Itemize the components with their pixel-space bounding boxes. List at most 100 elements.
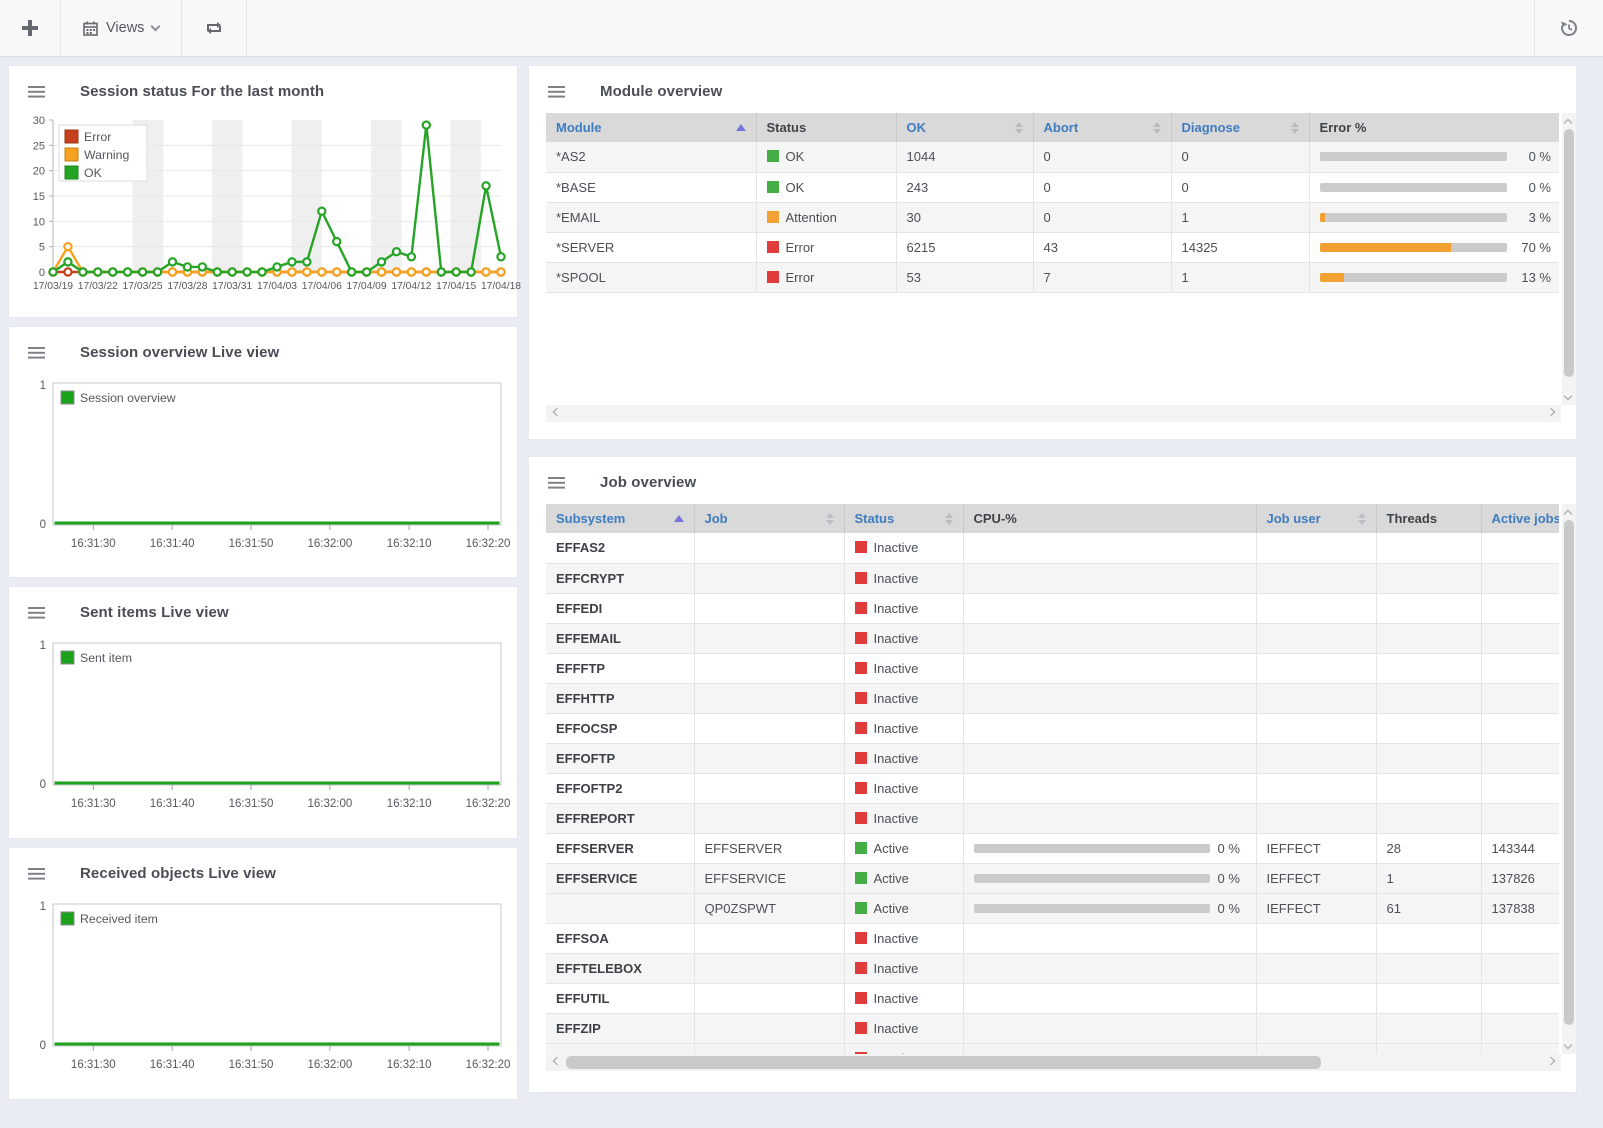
scroll-down-arrow[interactable] [1565,1042,1573,1050]
threads-cell [1376,653,1481,683]
column-header-diagnose[interactable]: Diagnose [1171,113,1309,142]
active-jobs-cell [1481,533,1559,563]
job-row-effzip[interactable]: EFFZIPInactive [546,1013,1559,1043]
column-header-status[interactable]: Status [844,504,963,533]
job-cell [694,713,844,743]
scroll-up-arrow[interactable] [1565,117,1573,125]
status-label: Inactive [874,661,919,676]
progress-bar-fill [1320,243,1451,252]
module-row-as2[interactable]: *AS2OK1044000 % [546,142,1559,172]
scrollbar-thumb[interactable] [1564,129,1574,377]
active-jobs-cell [1481,803,1559,833]
scrollbar-thumb[interactable] [566,1056,1321,1069]
svg-text:17/04/15: 17/04/15 [436,281,476,292]
module-horizontal-scrollbar[interactable] [546,405,1561,422]
column-label: Subsystem [556,511,625,526]
panel-menu-button[interactable] [548,477,565,489]
panel-menu-button[interactable] [548,86,565,98]
job-user-cell [1256,953,1376,983]
job-vertical-scrollbar[interactable] [1562,504,1576,1054]
progress-label: 0 % [1210,841,1246,856]
svg-text:16:31:50: 16:31:50 [229,1059,274,1071]
job-row-effedi[interactable]: EFFEDIInactive [546,593,1559,623]
threads-cell [1376,1013,1481,1043]
panel-menu-button[interactable] [28,347,45,359]
scrollbar-thumb[interactable] [1564,520,1574,1025]
column-header-ok[interactable]: OK [896,113,1033,142]
job-row-effcrypt[interactable]: EFFCRYPTInactive [546,563,1559,593]
scroll-down-arrow[interactable] [1565,393,1573,401]
svg-text:Session overview: Session overview [80,391,176,405]
cpu-cell [963,623,1256,653]
status-square-icon [767,211,779,223]
job-row-effocsp[interactable]: EFFOCSPInactive [546,713,1559,743]
column-header-active-jobs[interactable]: Active jobs [1481,504,1559,533]
add-view-button[interactable] [0,0,61,56]
scroll-right-arrow[interactable] [1548,1058,1556,1066]
panel-menu-button[interactable] [28,607,45,619]
job-row-effserver[interactable]: EFFSERVEREFFSERVERActive0 %IEFFECT281433… [546,833,1559,863]
column-header-subsystem[interactable]: Subsystem [546,504,694,533]
module-row-server[interactable]: *SERVERError6215431432570 % [546,232,1559,262]
job-row-effreport[interactable]: EFFREPORTInactive [546,803,1559,833]
status-label: Inactive [874,931,919,946]
panel-job-overview: Job overview SubsystemJobStatusCPU-%Job … [528,456,1577,1093]
svg-text:16:32:00: 16:32:00 [307,1059,352,1071]
status-cell: Inactive [844,923,963,953]
panel-title: Session overview Live view [80,344,279,361]
svg-text:17/04/06: 17/04/06 [302,281,342,292]
status-cell: Error [756,232,896,262]
job-row-effoftp[interactable]: EFFOFTPInactive [546,743,1559,773]
progress-bar [1320,273,1508,282]
job-row-efftelebox[interactable]: EFFTELEBOXInactive [546,953,1559,983]
column-header-module[interactable]: Module [546,113,756,142]
job-row-qp0zspwt[interactable]: QP0ZSPWTActive0 %IEFFECT61137838 [546,893,1559,923]
svg-text:17/04/12: 17/04/12 [391,281,431,292]
svg-text:17/04/03: 17/04/03 [257,281,297,292]
session-status-chart: 05101520253017/03/1917/03/2217/03/2517/0… [15,112,515,302]
history-button[interactable] [1534,0,1603,56]
subsystem-cell: EFFOFTP2 [546,773,694,803]
abort-cell: 0 [1033,142,1171,172]
job-row-effemail[interactable]: EFFEMAILInactive [546,623,1559,653]
scroll-left-arrow[interactable] [551,409,559,417]
scroll-up-arrow[interactable] [1565,508,1573,516]
job-row-partial[interactable]: Inactive [546,1043,1559,1054]
column-header-job-user[interactable]: Job user [1256,504,1376,533]
svg-text:16:31:50: 16:31:50 [229,538,274,550]
views-dropdown[interactable]: Views [61,0,182,56]
progress-bar [974,904,1210,913]
refresh-button[interactable] [182,0,247,56]
job-row-effas2[interactable]: EFFAS2Inactive [546,533,1559,563]
sort-icon [826,513,834,525]
panel-session-status: Session status For the last month 051015… [8,65,518,318]
job-horizontal-scrollbar[interactable] [546,1054,1561,1071]
panel-session-overview: Session overview Live view 10Session ove… [8,326,518,578]
subsystem-cell: EFFAS2 [546,533,694,563]
status-cell: Inactive [844,593,963,623]
job-row-effutil[interactable]: EFFUTILInactive [546,983,1559,1013]
panel-menu-button[interactable] [28,86,45,98]
cpu-cell: 0 % [963,863,1256,893]
module-row-base[interactable]: *BASEOK243000 % [546,172,1559,202]
svg-text:15: 15 [33,191,45,203]
module-vertical-scrollbar[interactable] [1562,113,1576,405]
module-row-email[interactable]: *EMAILAttention30013 % [546,202,1559,232]
job-user-cell [1256,623,1376,653]
column-header-abort[interactable]: Abort [1033,113,1171,142]
svg-text:17/03/25: 17/03/25 [123,281,163,292]
module-cell: *AS2 [546,142,756,172]
job-row-effsoa[interactable]: EFFSOAInactive [546,923,1559,953]
job-row-effoftp2[interactable]: EFFOFTP2Inactive [546,773,1559,803]
panel-menu-button[interactable] [28,868,45,880]
scroll-left-arrow[interactable] [551,1058,559,1066]
job-row-effhttp[interactable]: EFFHTTPInactive [546,683,1559,713]
svg-text:Warning: Warning [84,148,129,162]
scroll-right-arrow[interactable] [1548,409,1556,417]
status-square-icon [855,842,867,854]
column-header-job[interactable]: Job [694,504,844,533]
svg-text:16:32:00: 16:32:00 [307,538,352,550]
module-row-spool[interactable]: *SPOOLError537113 % [546,262,1559,292]
job-row-effservice[interactable]: EFFSERVICEEFFSERVICEActive0 %IEFFECT1137… [546,863,1559,893]
job-row-effftp[interactable]: EFFFTPInactive [546,653,1559,683]
